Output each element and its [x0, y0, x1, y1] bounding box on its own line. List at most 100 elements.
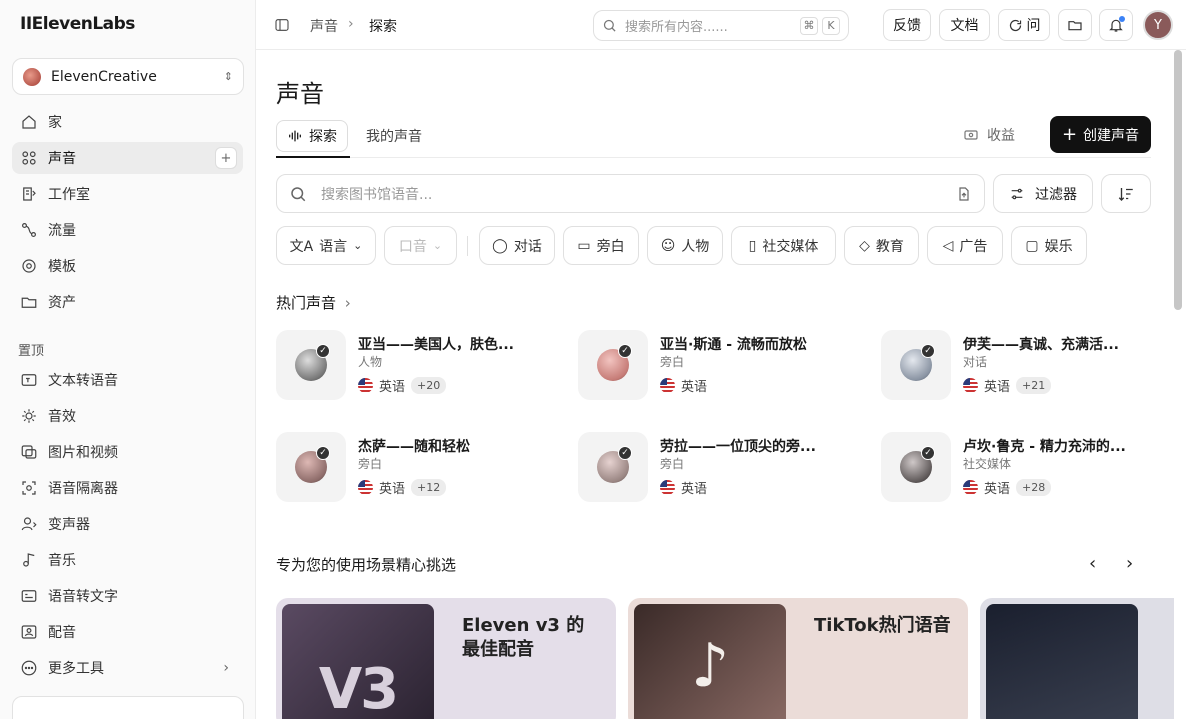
sidebar-item-image-video[interactable]: 图片和视频 — [12, 436, 243, 468]
tab-active-indicator — [276, 156, 350, 158]
sidebar-item-label: 变声器 — [48, 517, 90, 533]
sidebar-item-dubbing[interactable]: 配音 — [12, 616, 243, 648]
feature-card-partial[interactable] — [980, 598, 1174, 719]
extra-languages-badge: +12 — [411, 479, 447, 496]
chip-label: 社交媒体 — [762, 238, 819, 255]
sidebar-item-label: 图片和视频 — [48, 445, 118, 461]
folder-icon — [21, 297, 37, 308]
search-icon — [291, 186, 306, 201]
filter-button[interactable]: 过滤器 — [993, 174, 1093, 213]
chat-bubble-icon: ◯ — [492, 237, 508, 254]
global-search-input[interactable]: 搜索所有内容...... ⌘ K — [593, 10, 849, 41]
translate-icon: 文A — [289, 238, 314, 255]
sidebar-bottom-panel[interactable] — [12, 696, 244, 719]
chip-social-media[interactable]: ▯ 社交媒体 — [731, 226, 836, 265]
sidebar-item-assets[interactable]: 资产 — [12, 286, 243, 318]
main-scrollbar[interactable] — [1174, 50, 1182, 310]
feature-card-title: TikTok热门语音 — [814, 615, 951, 636]
chip-ads[interactable]: ◁ 广告 — [927, 226, 1003, 265]
image-video-icon — [21, 445, 37, 459]
sidebar-item-more-tools[interactable]: 更多工具 › — [12, 652, 243, 684]
voice-language: 英语 — [660, 478, 707, 497]
chip-narration[interactable]: ▭ 旁白 — [563, 226, 639, 265]
chip-accent[interactable]: 口音 ⌄ — [384, 226, 457, 265]
notifications-button[interactable] — [1099, 9, 1133, 41]
chip-conversation[interactable]: ◯ 对话 — [479, 226, 555, 265]
verified-badge-icon: ✓ — [618, 446, 632, 460]
voice-card[interactable]: ✓ 杰萨——随和轻松 旁白 英语 +12 — [276, 432, 546, 502]
user-avatar[interactable]: Y — [1143, 10, 1173, 40]
main-content: 声音 探索 我的声音 收益 + 创建声音 搜索图书馆语音... 过滤器 文A 语… — [256, 50, 1174, 719]
chip-language[interactable]: 文A 语言 ⌄ — [276, 226, 376, 265]
voice-card[interactable]: ✓ 伊芙——真诚、充满活... 对话 英语 +21 — [881, 330, 1151, 400]
tab-explore[interactable]: 探索 — [276, 120, 348, 152]
breadcrumb-current: 探索 — [369, 19, 397, 35]
docs-button[interactable]: 文档 — [939, 9, 990, 41]
sidebar-item-studio[interactable]: 工作室 — [12, 178, 243, 210]
sidebar-item-label: 工作室 — [48, 187, 90, 203]
verified-badge-icon: ✓ — [316, 446, 330, 460]
voice-changer-icon — [21, 517, 37, 531]
language-label: 英语 — [681, 482, 708, 497]
language-label: 英语 — [379, 380, 406, 395]
elevenlabs-logo[interactable]: IIElevenLabs — [20, 14, 135, 34]
sidebar-item-label: 模板 — [48, 259, 76, 275]
home-icon — [22, 115, 36, 129]
trending-voices-heading[interactable]: 热门声音 › — [276, 292, 351, 313]
voice-language: 英语 +28 — [963, 478, 1052, 497]
feature-card-v3[interactable]: V3 Eleven v3 的最佳配音 — [276, 598, 616, 719]
sidebar-item-tts[interactable]: 文本转语音 — [12, 364, 243, 396]
sidebar-item-changer[interactable]: 变声器 — [12, 508, 243, 540]
voice-card[interactable]: ✓ 亚当·斯通 - 流畅而放松 旁白 英语 — [578, 330, 848, 400]
graduation-cap-icon: ◇ — [859, 237, 870, 254]
chip-education[interactable]: ◇ 教育 — [844, 226, 919, 265]
create-voice-label: 创建声音 — [1083, 127, 1140, 144]
curated-section-title: 专为您的使用场景精心挑选 — [276, 556, 457, 574]
sidebar-item-label: 音效 — [48, 409, 76, 425]
feature-card-tiktok[interactable]: ♪ TikTok热门语音 — [628, 598, 968, 719]
chip-character[interactable]: ☺ 人物 — [647, 226, 723, 265]
sidebar-item-sfx[interactable]: 音效 — [12, 400, 243, 432]
library-search-input[interactable]: 搜索图书馆语音... — [276, 174, 985, 213]
ask-button[interactable]: 问 — [998, 9, 1050, 41]
create-voice-button[interactable]: + 创建声音 — [1050, 116, 1151, 153]
chip-entertainment[interactable]: ▢ 娱乐 — [1011, 226, 1087, 265]
upload-file-icon[interactable] — [956, 186, 972, 202]
plus-icon: + — [1061, 124, 1078, 145]
voice-card[interactable]: ✓ 劳拉——一位顶尖的旁... 旁白 英语 — [578, 432, 848, 502]
megaphone-icon: ◁ — [942, 237, 954, 254]
voice-category: 社交媒体 — [963, 457, 1012, 471]
files-button[interactable] — [1058, 9, 1092, 41]
sidebar-item-home[interactable]: 家 — [12, 106, 243, 138]
carousel-next-button[interactable]: › — [1126, 553, 1133, 574]
tab-my-voices[interactable]: 我的声音 — [356, 120, 432, 152]
voice-card[interactable]: ✓ 亚当——美国人，肤色... 人物 英语 +20 — [276, 330, 546, 400]
voice-thumbnail: ✓ — [881, 330, 951, 400]
sidebar-item-templates[interactable]: 模板 — [12, 250, 243, 282]
chip-label: 娱乐 — [1044, 238, 1073, 255]
verified-badge-icon: ✓ — [618, 344, 632, 358]
breadcrumb-root[interactable]: 声音 — [310, 16, 338, 36]
sidebar-item-flows[interactable]: 流量 — [12, 214, 243, 246]
trending-title: 热门声音 — [276, 294, 337, 312]
workspace-switcher[interactable]: ElevenCreative ⇕ — [12, 58, 244, 95]
tiktok-logo-icon: ♪ — [690, 631, 730, 701]
feedback-button[interactable]: 反馈 — [883, 9, 931, 41]
sidebar-item-isolator[interactable]: 语音隔离器 — [12, 472, 243, 504]
add-voice-button[interactable]: + — [215, 147, 237, 169]
toggle-sidebar-icon[interactable] — [274, 17, 290, 33]
pinned-section-label: 置顶 — [18, 344, 45, 359]
sidebar-item-music[interactable]: 音乐 — [12, 544, 243, 576]
extra-languages-badge: +28 — [1016, 479, 1052, 496]
carousel-prev-button[interactable]: ‹ — [1089, 553, 1096, 574]
voice-card[interactable]: ✓ 卢坎·鲁克 - 精力充沛的... 社交媒体 英语 +28 — [881, 432, 1151, 502]
voice-thumbnail: ✓ — [276, 330, 346, 400]
sort-button[interactable] — [1101, 174, 1151, 213]
verified-badge-icon: ✓ — [921, 344, 935, 358]
chevron-down-icon: ⌄ — [353, 239, 363, 252]
sidebar-item-stt[interactable]: 语音转文字 — [12, 580, 243, 612]
extra-languages-badge: +20 — [411, 377, 447, 394]
extra-languages-badge: +21 — [1016, 377, 1052, 394]
sidebar-item-voices[interactable]: 声音 + — [12, 142, 243, 174]
earnings-link[interactable]: 收益 — [963, 125, 1015, 145]
